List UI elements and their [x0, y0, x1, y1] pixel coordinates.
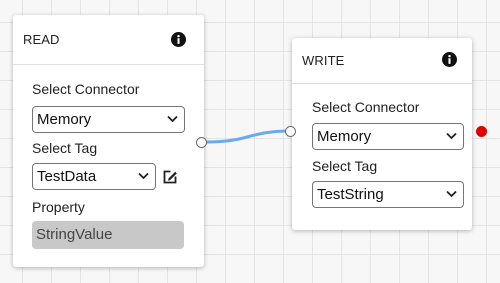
- write-node-title: WRITE: [302, 53, 345, 68]
- write-node-header[interactable]: WRITE: [292, 38, 472, 84]
- write-connector-value: Memory: [317, 128, 372, 145]
- write-output-port-error[interactable]: [476, 126, 487, 137]
- read-tag-value: TestData: [37, 168, 97, 185]
- read-property-label: Property: [32, 199, 85, 215]
- info-icon[interactable]: [171, 32, 186, 47]
- read-property-value: StringValue: [36, 226, 113, 243]
- read-connector-value: Memory: [37, 111, 92, 128]
- read-node-title: READ: [23, 32, 60, 47]
- write-connector-label: Select Connector: [312, 99, 420, 115]
- read-property-field: StringValue: [32, 221, 184, 249]
- write-connector-select[interactable]: Memory: [312, 123, 464, 150]
- chevron-down-icon: [138, 172, 149, 180]
- chevron-down-icon: [167, 115, 178, 123]
- write-tag-label: Select Tag: [312, 158, 378, 174]
- read-output-port[interactable]: [196, 137, 207, 148]
- chevron-down-icon: [446, 132, 457, 140]
- info-icon[interactable]: [442, 52, 457, 67]
- edit-icon[interactable]: [162, 169, 178, 185]
- read-node[interactable]: READ Select Connector Memory Select Tag …: [13, 15, 204, 267]
- read-node-header[interactable]: READ: [13, 15, 204, 65]
- read-connector-label: Select Connector: [32, 81, 140, 97]
- read-connector-select[interactable]: Memory: [32, 106, 185, 133]
- write-input-port[interactable]: [285, 126, 296, 137]
- chevron-down-icon: [446, 190, 457, 198]
- write-tag-value: TestString: [317, 186, 384, 203]
- read-tag-select[interactable]: TestData: [32, 163, 156, 190]
- write-node[interactable]: WRITE Select Connector Memory Select Tag…: [292, 38, 472, 230]
- read-tag-label: Select Tag: [32, 140, 98, 156]
- write-tag-select[interactable]: TestString: [312, 181, 464, 208]
